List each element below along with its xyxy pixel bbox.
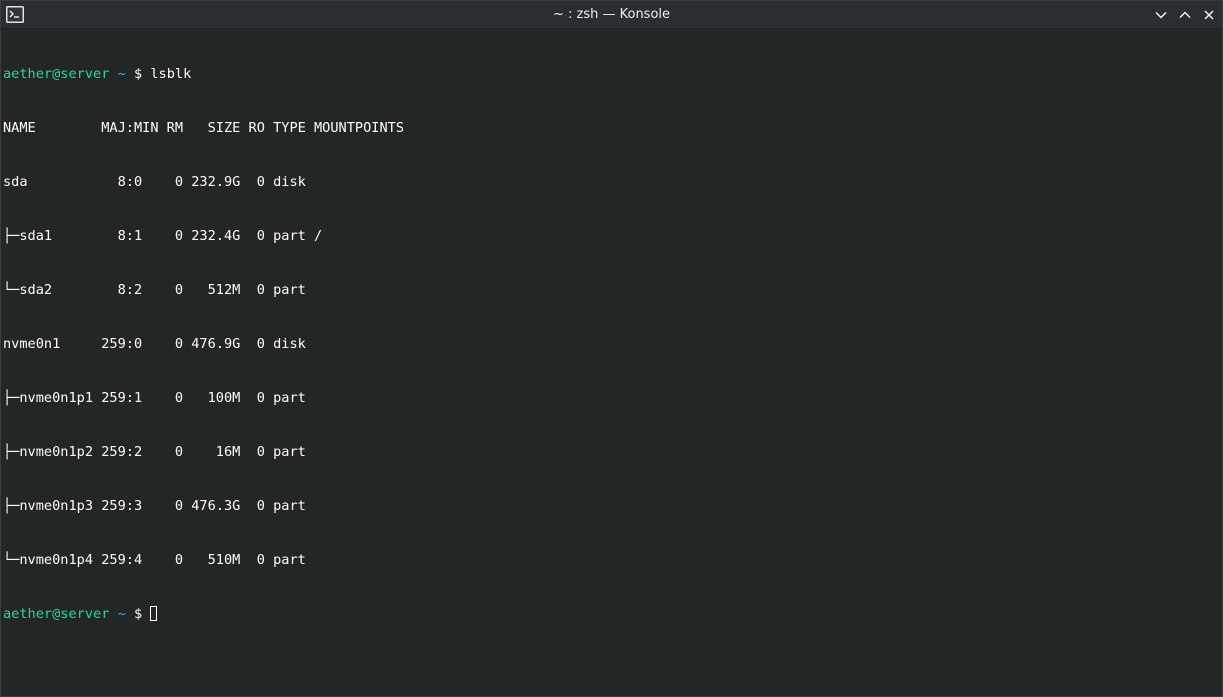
text-cursor[interactable] xyxy=(150,606,158,621)
prompt-path: ~ xyxy=(117,66,126,82)
window-title: ~ : zsh — Konsole xyxy=(552,7,671,22)
prompt-user-host: aether@server xyxy=(3,66,110,82)
active-prompt-line[interactable]: aether@server ~ $ xyxy=(3,605,1221,623)
prompt-symbol: $ xyxy=(133,606,143,622)
close-icon xyxy=(1204,10,1214,20)
output-row: nvme0n1 259:0 0 476.9G 0 disk xyxy=(3,336,314,352)
output-row: ├─nvme0n1p3 259:3 0 476.3G 0 part xyxy=(3,498,314,514)
output-row: ├─nvme0n1p1 259:1 0 100M 0 part xyxy=(3,390,314,406)
close-button[interactable] xyxy=(1200,6,1218,24)
maximize-button[interactable] xyxy=(1176,6,1194,24)
konsole-window: ~ : zsh — Konsole aether@server ~ $ lsbl… xyxy=(0,0,1223,697)
output-row: ├─nvme0n1p2 259:2 0 16M 0 part xyxy=(3,444,314,460)
title-bar[interactable]: ~ : zsh — Konsole xyxy=(1,1,1222,29)
output-row: ├─sda1 8:1 0 232.4G 0 part / xyxy=(3,228,323,244)
chevron-down-icon xyxy=(1155,11,1167,19)
output-row: └─nvme0n1p4 259:4 0 510M 0 part xyxy=(3,552,314,568)
command-line: aether@server ~ $ lsblk xyxy=(3,65,1221,83)
output-row: └─sda2 8:2 0 512M 0 part xyxy=(3,282,314,298)
terminal-area[interactable]: aether@server ~ $ lsblk NAME MAJ:MIN RM … xyxy=(3,29,1221,695)
prompt-symbol: $ xyxy=(133,66,143,82)
command-text: lsblk xyxy=(150,66,192,82)
output-header: NAME MAJ:MIN RM SIZE RO TYPE MOUNTPOINTS xyxy=(3,120,405,136)
output-row: sda 8:0 0 232.9G 0 disk xyxy=(3,174,314,190)
prompt-path: ~ xyxy=(117,606,126,622)
chevron-up-icon xyxy=(1179,11,1191,19)
prompt-user-host: aether@server xyxy=(3,606,110,622)
minimize-button[interactable] xyxy=(1152,6,1170,24)
